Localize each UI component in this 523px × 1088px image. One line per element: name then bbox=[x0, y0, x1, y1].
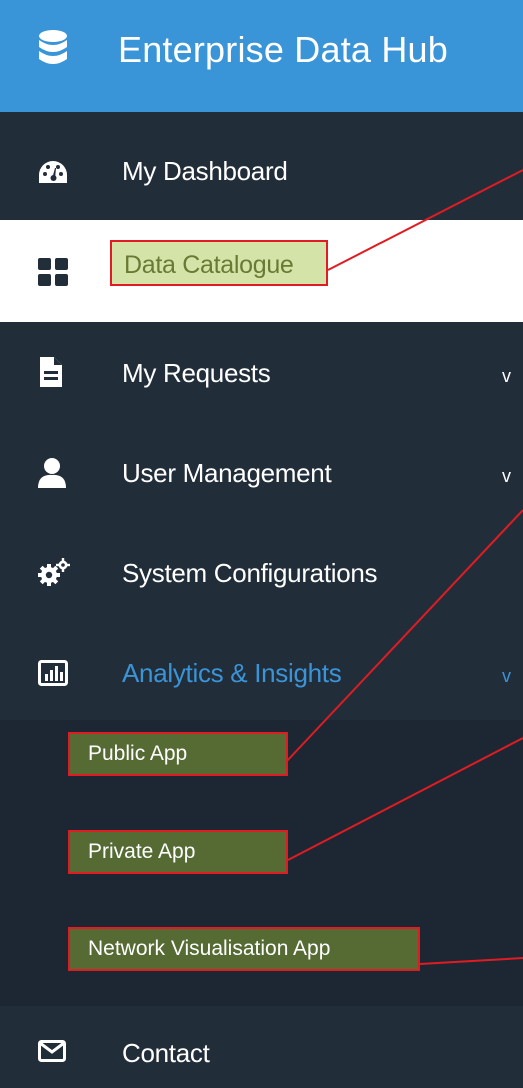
chevron-down-icon[interactable]: v bbox=[502, 466, 511, 487]
dashboard-icon bbox=[38, 160, 68, 184]
database-icon bbox=[38, 29, 68, 69]
sidebar-item-data-catalogue[interactable]: Data Catalogue bbox=[0, 220, 523, 322]
submenu-item-network-visualisation-app[interactable]: Network Visualisation App bbox=[68, 927, 420, 971]
user-icon bbox=[38, 458, 66, 488]
envelope-icon bbox=[38, 1040, 66, 1062]
sidebar-item-system-configurations[interactable]: System Configurations bbox=[0, 522, 523, 622]
sidebar-item-label: System Configurations bbox=[122, 558, 378, 588]
sidebar-item-dashboard[interactable]: My Dashboard bbox=[0, 120, 523, 220]
bar-chart-icon bbox=[38, 660, 68, 686]
analytics-submenu: Public App Private App Network Visualisa… bbox=[0, 720, 523, 1006]
gears-icon bbox=[38, 558, 70, 588]
sidebar-item-label: User Management bbox=[122, 458, 332, 488]
submenu-item-public-app[interactable]: Public App bbox=[68, 732, 288, 776]
sidebar-item-user-management[interactable]: User Management v bbox=[0, 422, 523, 522]
chevron-down-icon[interactable]: v bbox=[502, 366, 511, 387]
sidebar-item-label: Contact bbox=[122, 1038, 210, 1068]
sidebar-item-analytics-insights[interactable]: Analytics & Insights v bbox=[0, 622, 523, 720]
sidebar-item-my-requests[interactable]: My Requests v bbox=[0, 322, 523, 422]
sidebar-item-contact[interactable]: Contact bbox=[0, 1006, 523, 1088]
submenu-item-private-app[interactable]: Private App bbox=[68, 830, 288, 874]
sidebar-item-label: My Dashboard bbox=[122, 156, 288, 186]
grid-icon bbox=[38, 258, 68, 286]
app-title: Enterprise Data Hub bbox=[118, 29, 448, 70]
sidebar-item-label: Analytics & Insights bbox=[122, 658, 342, 688]
app-header: Enterprise Data Hub bbox=[0, 0, 523, 112]
chevron-down-icon[interactable]: v bbox=[502, 666, 511, 687]
sidebar-item-label: Data Catalogue bbox=[110, 240, 328, 286]
document-icon bbox=[38, 356, 64, 388]
sidebar-item-label: My Requests bbox=[122, 358, 271, 388]
